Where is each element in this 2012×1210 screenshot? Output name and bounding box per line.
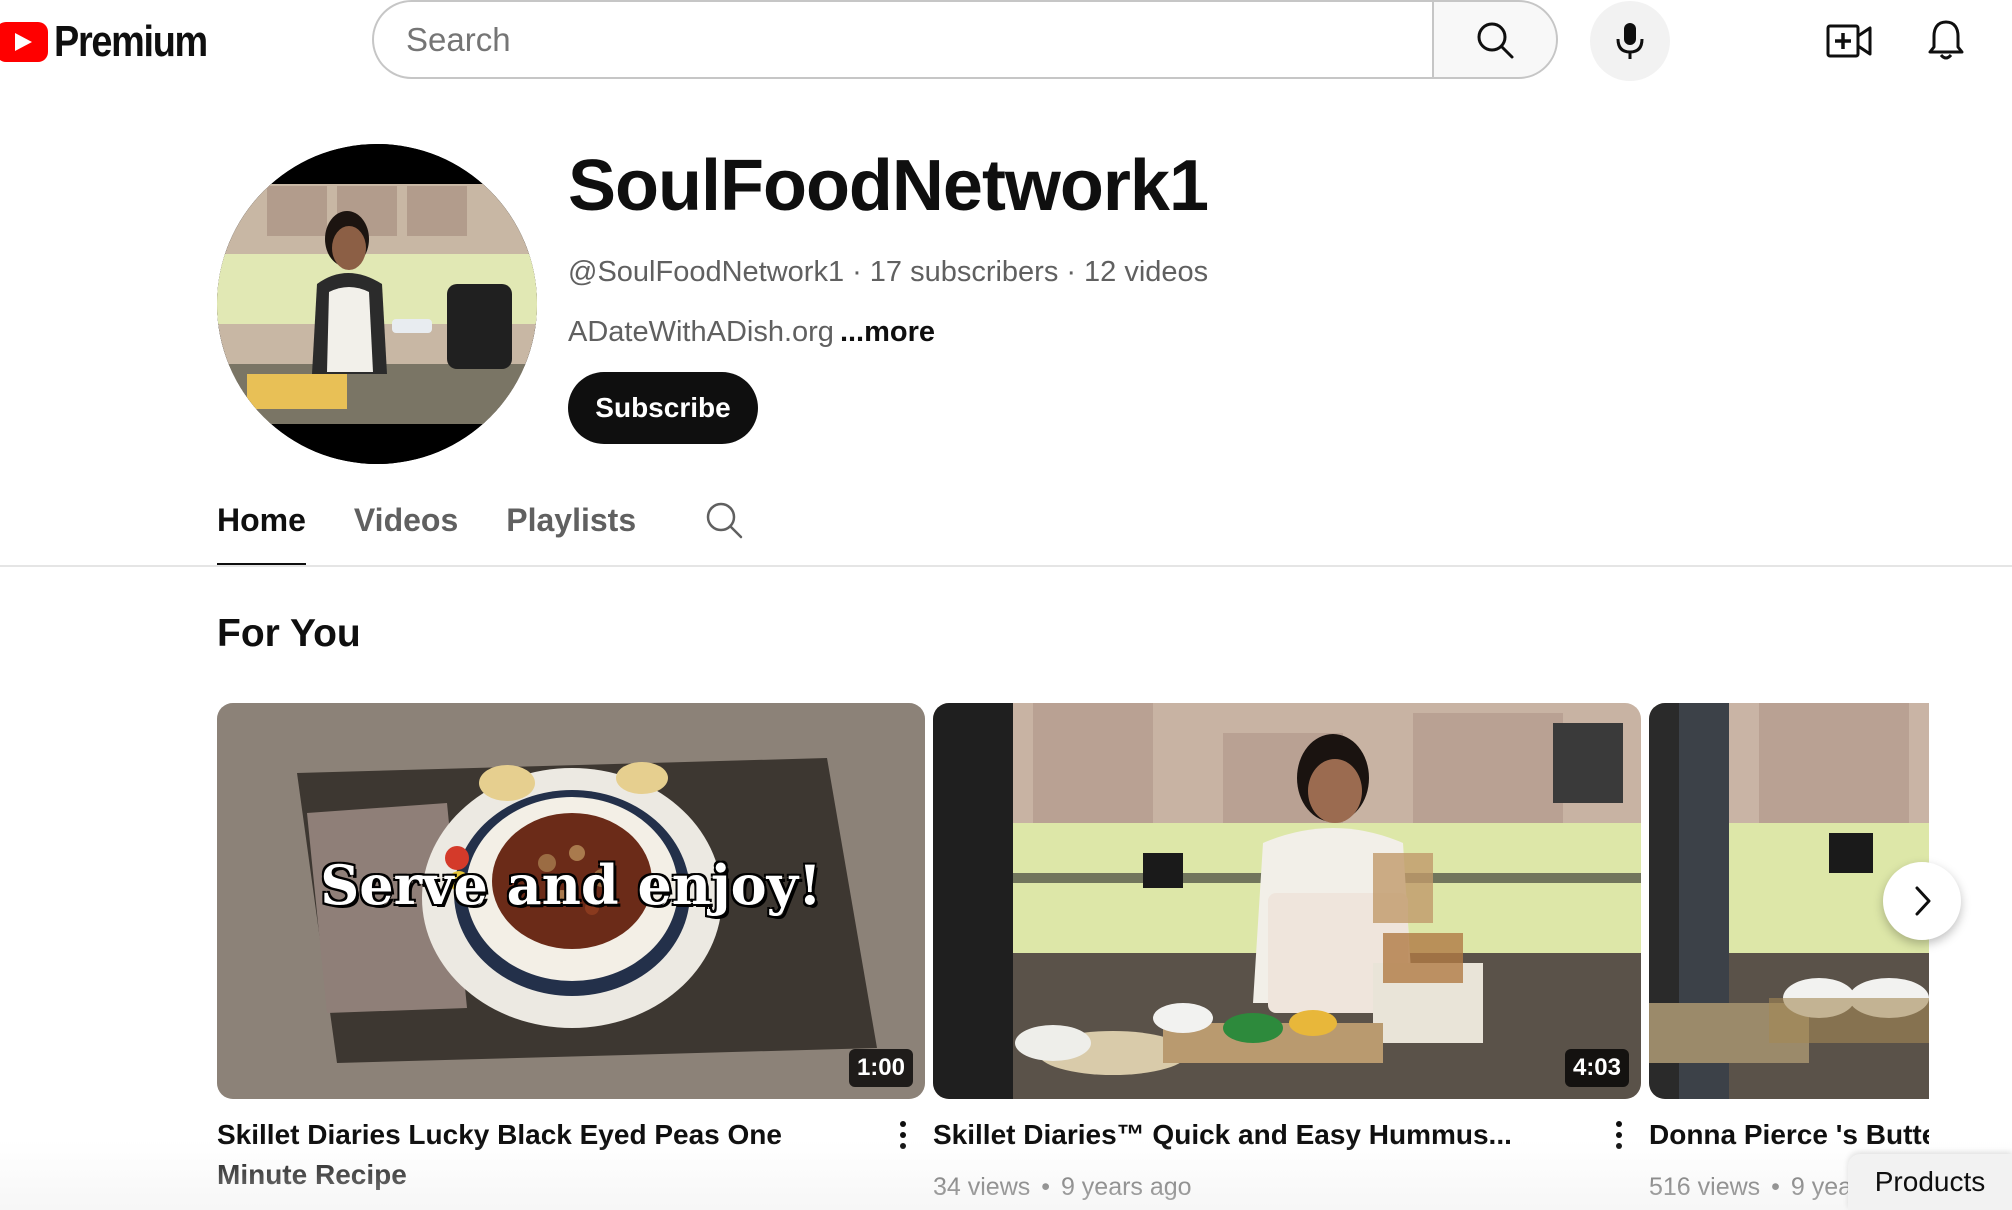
channel-stats: @SoulFoodNetwork1 · 17 subscribers · 12 vide…: [568, 256, 1208, 289]
create-button[interactable]: [1825, 17, 1873, 65]
tab-home[interactable]: Home: [217, 490, 306, 567]
subscriber-count: 17 subscribers: [869, 256, 1059, 288]
meta-separator: ·: [1066, 256, 1077, 288]
more-actions-button[interactable]: [893, 1117, 913, 1157]
upload-age: 9 years ago: [1060, 1173, 1192, 1201]
notifications-button[interactable]: [1921, 15, 1971, 65]
video-count: 12 videos: [1084, 256, 1209, 288]
section-title: For You: [217, 612, 361, 655]
video-meta: 516 views • 9 years: [1649, 1173, 1873, 1202]
channel-tabs: Home Videos Playlists: [217, 490, 744, 567]
channel-search-button[interactable]: [704, 490, 744, 545]
shelf-next-button[interactable]: [1883, 862, 1961, 940]
channel-avatar[interactable]: [217, 144, 537, 464]
kebab-dot: [900, 1143, 906, 1149]
chevron-right-icon: [1915, 886, 1931, 916]
view-count: 516 views: [1649, 1173, 1761, 1201]
youtube-logo[interactable]: Premium: [0, 16, 232, 68]
tabs-divider: [0, 565, 2012, 567]
tab-videos[interactable]: Videos: [354, 490, 458, 566]
channel-handle: @SoulFoodNetwork1: [568, 256, 845, 288]
kebab-dot: [1616, 1132, 1622, 1138]
video-title[interactable]: Skillet Diaries Lucky Black Eyed Peas On…: [217, 1115, 857, 1195]
video-card[interactable]: Serve and enjoy! 1:00 Skillet Diaries Lu…: [217, 703, 925, 1190]
meta-separator: •: [1041, 1173, 1050, 1201]
video-duration: 1:00: [848, 1049, 913, 1087]
video-thumbnail[interactable]: 4:03: [933, 703, 1641, 1099]
channel-name: SoulFoodNetwork1: [568, 146, 1209, 226]
mic-icon: [1616, 23, 1644, 59]
kebab-dot: [1616, 1143, 1622, 1149]
video-thumbnail[interactable]: Serve and enjoy! 1:00: [217, 703, 925, 1099]
products-chip[interactable]: Products: [1848, 1154, 2012, 1210]
tab-playlists[interactable]: Playlists: [506, 490, 636, 566]
video-shelf: Serve and enjoy! 1:00 Skillet Diaries Lu…: [217, 703, 1929, 1210]
voice-search-button[interactable]: [1590, 1, 1670, 81]
video-duration: 4:03: [1564, 1049, 1629, 1087]
thumbnail-overlay-text: Serve and enjoy!: [320, 853, 822, 917]
bell-icon: [1928, 20, 1964, 60]
kebab-dot: [1616, 1121, 1622, 1127]
search-input[interactable]: [372, 0, 1432, 79]
logo-text: Premium: [54, 17, 208, 66]
kebab-dot: [900, 1132, 906, 1138]
avatar-image: [217, 144, 537, 464]
search-button[interactable]: [1432, 0, 1558, 79]
more-link[interactable]: ...more: [840, 316, 935, 348]
meta-separator: •: [1771, 1173, 1780, 1201]
search-icon: [1477, 22, 1514, 58]
youtube-logo-icon: [0, 22, 48, 62]
video-card[interactable]: 4:03 Skillet Diaries™ Quick and Easy Hum…: [933, 703, 1641, 1201]
create-video-icon: [1826, 24, 1872, 58]
view-count: 34 views: [933, 1173, 1031, 1201]
search-bar: [372, 0, 1558, 79]
kebab-dot: [900, 1121, 906, 1127]
video-title[interactable]: Donna Pierce 's Butter: [1649, 1115, 1929, 1155]
channel-website: ADateWithADish.org: [568, 316, 834, 348]
subscribe-button[interactable]: Subscribe: [568, 372, 758, 444]
channel-description[interactable]: ADateWithADish.org ...more: [568, 316, 935, 349]
thumbnail-image: [933, 703, 1641, 1099]
search-icon: [706, 502, 743, 539]
meta-separator: ·: [852, 256, 862, 288]
more-actions-button[interactable]: [1609, 1117, 1629, 1157]
video-meta: 34 views • 9 years ago: [933, 1173, 1192, 1202]
video-title[interactable]: Skillet Diaries™ Quick and Easy Hummus..…: [933, 1115, 1573, 1155]
